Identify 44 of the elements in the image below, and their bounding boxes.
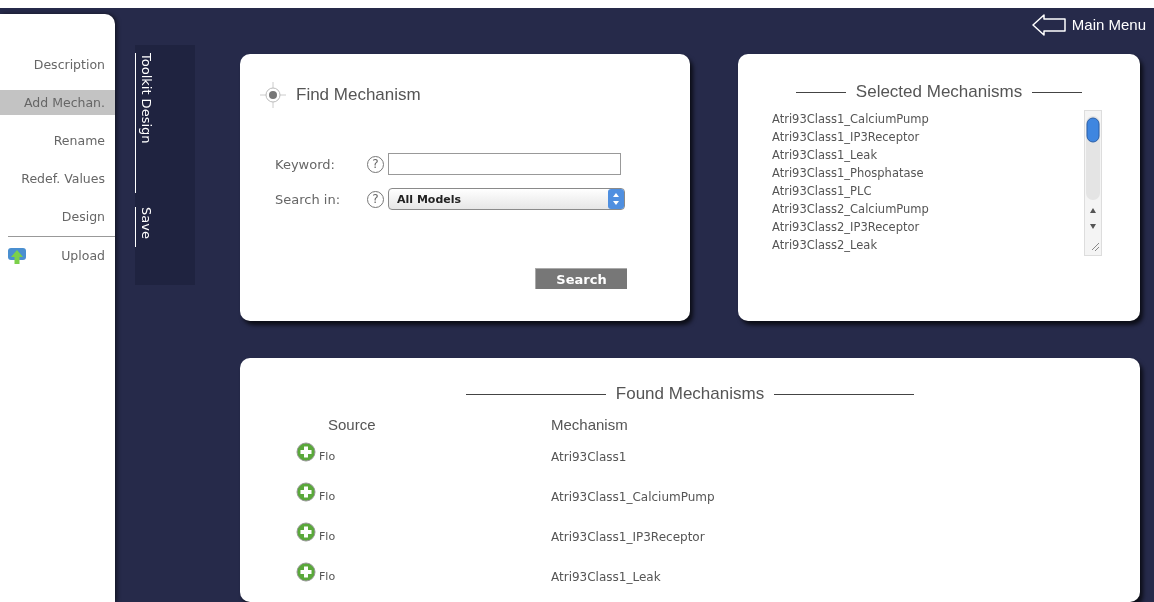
main-menu-link[interactable]: Main Menu <box>1031 13 1146 36</box>
mechanism-cell-text: Atri93Class1_Leak <box>551 569 662 586</box>
side-tab[interactable]: Toolkit Design <box>135 53 154 193</box>
list-item[interactable]: Atri93Class2_CalciumPump <box>772 200 1084 218</box>
sidebar-item[interactable]: Rename <box>0 128 115 153</box>
card-title: Found Mechanisms <box>615 384 765 404</box>
list-item[interactable]: Atri93Class1_CalciumPump <box>772 110 1084 128</box>
card-title: Selected Mechanisms <box>855 82 1023 102</box>
add-icon[interactable] <box>296 522 316 542</box>
add-icon[interactable] <box>296 482 316 502</box>
left-arrow-icon <box>1031 13 1066 36</box>
crosshair-icon <box>260 82 286 108</box>
source-cell: Flo <box>319 450 336 463</box>
upload-label: Upload <box>61 248 105 263</box>
sidebar-item[interactable]: Description <box>0 52 115 77</box>
sidebar-item[interactable]: Redef. Values <box>0 166 115 191</box>
list-item[interactable]: Atri93Class2_Leak <box>772 236 1084 254</box>
mechanism-cell-text: Atri93Class1_CalciumPump <box>551 489 716 506</box>
add-icon[interactable] <box>296 562 316 582</box>
field-label: Keyword: <box>275 156 336 172</box>
sidebar-item[interactable]: Upload <box>8 236 115 268</box>
source-cell: Flo <box>319 530 336 543</box>
column-header: Source <box>327 416 377 435</box>
mechanism-cell-text: Atri93Class1_IP3Receptor <box>551 529 706 546</box>
list-item[interactable]: Atri93Class1_Leak <box>772 146 1084 164</box>
list-item[interactable]: Atri93Class1_PLC <box>772 182 1084 200</box>
keyword-field[interactable] <box>388 153 621 175</box>
add-icon[interactable] <box>296 442 316 462</box>
field-label: Search in: <box>275 191 342 207</box>
card-title: Find Mechanism <box>296 85 421 105</box>
side-tab[interactable]: Save <box>135 207 154 247</box>
mechanism-cell-text: Atri93Class1 <box>551 449 628 466</box>
list-item[interactable]: Atri93Class1_IP3Receptor <box>772 128 1084 146</box>
source-cell: Flo <box>319 570 336 583</box>
source-cell: Flo <box>319 490 336 503</box>
search-button[interactable]: Search <box>535 268 627 289</box>
sidebar-item[interactable]: Design <box>0 204 115 229</box>
selected-list[interactable]: Atri93Class1_CalciumPump Atri93Class1_IP3Receptor Atri93Class1_Leak Atri93Class1_Phosphatase Atri93Class1_PLC Atri93Class2_CalciumPump Atri93Class2_IP3Receptor Atri93Class2_Leak <box>772 110 1084 256</box>
upload-icon <box>8 246 26 265</box>
stepper-icon <box>608 189 624 209</box>
list-item[interactable]: Atri93Class1_Phosphatase <box>772 164 1084 182</box>
list-item[interactable]: Atri93Class2_IP3Receptor <box>772 218 1084 236</box>
search-in-select[interactable]: All Models <box>388 188 625 210</box>
column-header: Mechanism <box>551 416 629 435</box>
